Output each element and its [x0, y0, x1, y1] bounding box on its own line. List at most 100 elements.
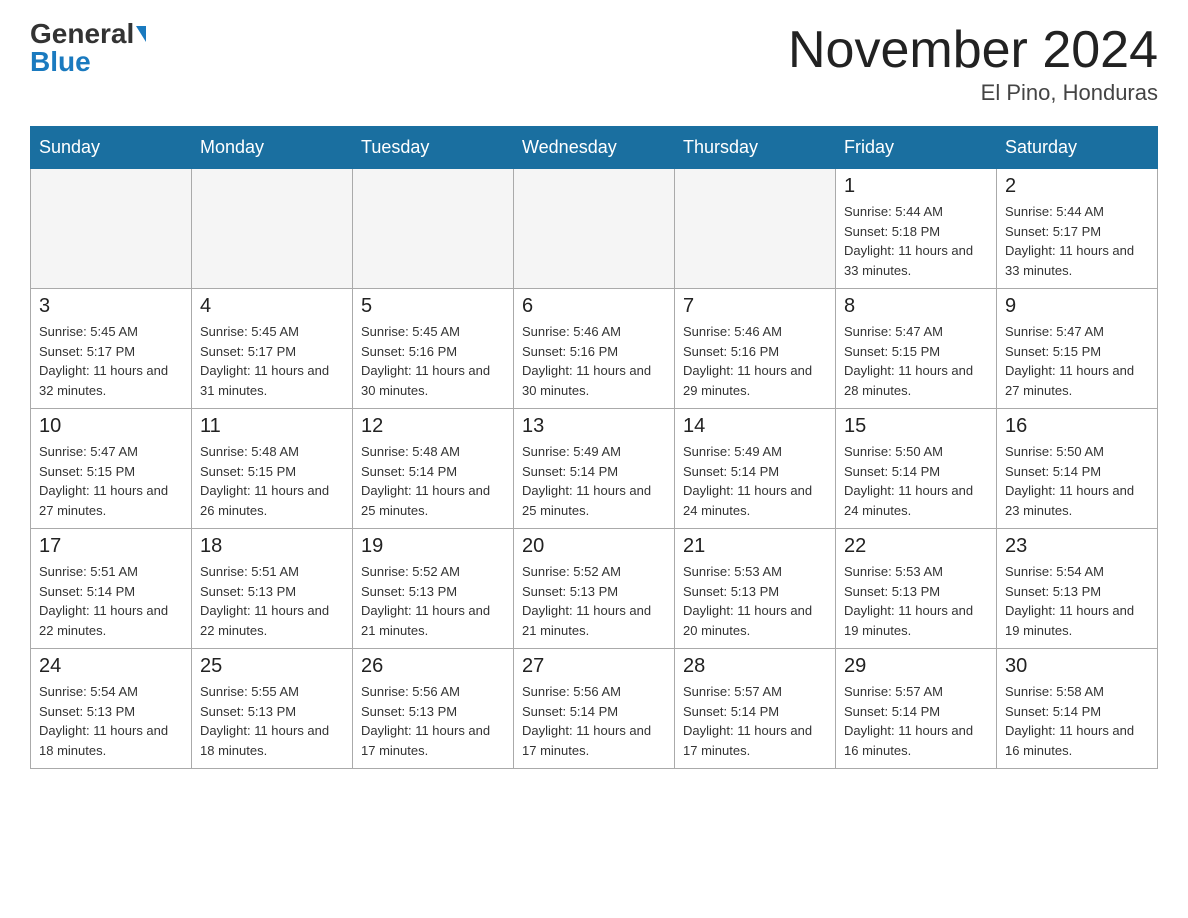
logo: General Blue [30, 20, 146, 76]
day-number: 25 [200, 655, 344, 678]
day-info: Sunrise: 5:45 AMSunset: 5:17 PMDaylight:… [200, 322, 344, 400]
logo-general-text: General [30, 20, 134, 48]
day-info: Sunrise: 5:52 AMSunset: 5:13 PMDaylight:… [522, 562, 666, 640]
calendar-day-cell: 19 Sunrise: 5:52 AMSunset: 5:13 PMDayligh… [353, 529, 514, 649]
day-number: 19 [361, 535, 505, 558]
calendar-day-cell: 2 Sunrise: 5:44 AMSunset: 5:17 PMDaylight… [997, 169, 1158, 289]
day-number: 20 [522, 535, 666, 558]
calendar-day-header: Sunday [31, 127, 192, 169]
day-number: 28 [683, 655, 827, 678]
day-info: Sunrise: 5:44 AMSunset: 5:18 PMDaylight:… [844, 202, 988, 280]
day-info: Sunrise: 5:47 AMSunset: 5:15 PMDaylight:… [844, 322, 988, 400]
day-number: 24 [39, 655, 183, 678]
title-area: November 2024 El Pino, Honduras [788, 20, 1158, 106]
calendar-day-cell [353, 169, 514, 289]
calendar-day-cell: 1 Sunrise: 5:44 AMSunset: 5:18 PMDaylight… [836, 169, 997, 289]
day-number: 29 [844, 655, 988, 678]
logo-triangle-icon [136, 26, 146, 42]
day-info: Sunrise: 5:52 AMSunset: 5:13 PMDaylight:… [361, 562, 505, 640]
day-info: Sunrise: 5:44 AMSunset: 5:17 PMDaylight:… [1005, 202, 1149, 280]
calendar-day-cell: 27Sunrise: 5:56 AMSunset: 5:14 PMDayligh… [514, 649, 675, 769]
day-number: 15 [844, 415, 988, 438]
logo-blue-text: Blue [30, 48, 91, 76]
day-number: 18 [200, 535, 344, 558]
day-info: Sunrise: 5:45 AMSunset: 5:17 PMDaylight:… [39, 322, 183, 400]
day-info: Sunrise: 5:56 AMSunset: 5:14 PMDaylight:… [522, 682, 666, 760]
day-number: 1 [844, 175, 988, 198]
calendar-day-header: Friday [836, 127, 997, 169]
day-info: Sunrise: 5:57 AMSunset: 5:14 PMDaylight:… [844, 682, 988, 760]
day-number: 16 [1005, 415, 1149, 438]
day-info: Sunrise: 5:54 AMSunset: 5:13 PMDaylight:… [39, 682, 183, 760]
day-info: Sunrise: 5:48 AMSunset: 5:15 PMDaylight:… [200, 442, 344, 520]
day-info: Sunrise: 5:49 AMSunset: 5:14 PMDaylight:… [683, 442, 827, 520]
calendar-day-cell: 13 Sunrise: 5:49 AMSunset: 5:14 PMDayligh… [514, 409, 675, 529]
day-info: Sunrise: 5:48 AMSunset: 5:14 PMDaylight:… [361, 442, 505, 520]
calendar-day-cell: 23Sunrise: 5:54 AMSunset: 5:13 PMDayligh… [997, 529, 1158, 649]
day-info: Sunrise: 5:50 AMSunset: 5:14 PMDaylight:… [844, 442, 988, 520]
day-number: 3 [39, 295, 183, 318]
day-number: 14 [683, 415, 827, 438]
day-number: 7 [683, 295, 827, 318]
calendar-day-header: Saturday [997, 127, 1158, 169]
calendar-day-cell: 30 Sunrise: 5:58 AMSunset: 5:14 PMDayligh… [997, 649, 1158, 769]
day-number: 12 [361, 415, 505, 438]
calendar-week-row: 1 Sunrise: 5:44 AMSunset: 5:18 PMDaylight… [31, 169, 1158, 289]
calendar-day-cell: 12 Sunrise: 5:48 AMSunset: 5:14 PMDayligh… [353, 409, 514, 529]
calendar-day-cell: 22 Sunrise: 5:53 AMSunset: 5:13 PMDayligh… [836, 529, 997, 649]
calendar-week-row: 24 Sunrise: 5:54 AMSunset: 5:13 PMDayligh… [31, 649, 1158, 769]
day-number: 26 [361, 655, 505, 678]
calendar-table: SundayMondayTuesdayWednesdayThursdayFrid… [30, 126, 1158, 769]
calendar-day-cell: 14 Sunrise: 5:49 AMSunset: 5:14 PMDayligh… [675, 409, 836, 529]
calendar-day-cell: 10 Sunrise: 5:47 AMSunset: 5:15 PMDayligh… [31, 409, 192, 529]
day-info: Sunrise: 5:47 AMSunset: 5:15 PMDaylight:… [39, 442, 183, 520]
calendar-week-row: 3 Sunrise: 5:45 AMSunset: 5:17 PMDaylight… [31, 289, 1158, 409]
day-number: 30 [1005, 655, 1149, 678]
month-title: November 2024 [788, 20, 1158, 80]
calendar-day-cell: 17Sunrise: 5:51 AMSunset: 5:14 PMDayligh… [31, 529, 192, 649]
calendar-day-cell [514, 169, 675, 289]
calendar-day-cell: 16 Sunrise: 5:50 AMSunset: 5:14 PMDayligh… [997, 409, 1158, 529]
calendar-day-cell: 20 Sunrise: 5:52 AMSunset: 5:13 PMDayligh… [514, 529, 675, 649]
day-info: Sunrise: 5:51 AMSunset: 5:13 PMDaylight:… [200, 562, 344, 640]
day-info: Sunrise: 5:54 AMSunset: 5:13 PMDaylight:… [1005, 562, 1149, 640]
day-number: 17 [39, 535, 183, 558]
day-info: Sunrise: 5:58 AMSunset: 5:14 PMDaylight:… [1005, 682, 1149, 760]
day-number: 10 [39, 415, 183, 438]
calendar-day-cell: 29 Sunrise: 5:57 AMSunset: 5:14 PMDayligh… [836, 649, 997, 769]
calendar-day-cell: 7 Sunrise: 5:46 AMSunset: 5:16 PMDaylight… [675, 289, 836, 409]
calendar-day-header: Monday [192, 127, 353, 169]
day-info: Sunrise: 5:56 AMSunset: 5:13 PMDaylight:… [361, 682, 505, 760]
calendar-day-header: Wednesday [514, 127, 675, 169]
day-number: 11 [200, 415, 344, 438]
calendar-day-cell: 18 Sunrise: 5:51 AMSunset: 5:13 PMDayligh… [192, 529, 353, 649]
calendar-day-header: Tuesday [353, 127, 514, 169]
calendar-day-cell: 4Sunrise: 5:45 AMSunset: 5:17 PMDaylight… [192, 289, 353, 409]
calendar-day-cell: 5 Sunrise: 5:45 AMSunset: 5:16 PMDaylight… [353, 289, 514, 409]
calendar-week-row: 17Sunrise: 5:51 AMSunset: 5:14 PMDayligh… [31, 529, 1158, 649]
calendar-day-cell: 25 Sunrise: 5:55 AMSunset: 5:13 PMDayligh… [192, 649, 353, 769]
calendar-day-cell: 26 Sunrise: 5:56 AMSunset: 5:13 PMDayligh… [353, 649, 514, 769]
day-number: 8 [844, 295, 988, 318]
calendar-day-cell: 24 Sunrise: 5:54 AMSunset: 5:13 PMDayligh… [31, 649, 192, 769]
day-info: Sunrise: 5:49 AMSunset: 5:14 PMDaylight:… [522, 442, 666, 520]
calendar-day-cell: 28Sunrise: 5:57 AMSunset: 5:14 PMDayligh… [675, 649, 836, 769]
day-info: Sunrise: 5:45 AMSunset: 5:16 PMDaylight:… [361, 322, 505, 400]
calendar-week-row: 10 Sunrise: 5:47 AMSunset: 5:15 PMDayligh… [31, 409, 1158, 529]
location: El Pino, Honduras [788, 80, 1158, 106]
day-info: Sunrise: 5:55 AMSunset: 5:13 PMDaylight:… [200, 682, 344, 760]
day-number: 13 [522, 415, 666, 438]
calendar-day-cell [675, 169, 836, 289]
day-info: Sunrise: 5:46 AMSunset: 5:16 PMDaylight:… [683, 322, 827, 400]
day-number: 22 [844, 535, 988, 558]
day-number: 5 [361, 295, 505, 318]
day-number: 2 [1005, 175, 1149, 198]
page-header: General Blue November 2024 El Pino, Hond… [30, 20, 1158, 106]
day-info: Sunrise: 5:46 AMSunset: 5:16 PMDaylight:… [522, 322, 666, 400]
day-info: Sunrise: 5:50 AMSunset: 5:14 PMDaylight:… [1005, 442, 1149, 520]
day-info: Sunrise: 5:53 AMSunset: 5:13 PMDaylight:… [844, 562, 988, 640]
day-number: 6 [522, 295, 666, 318]
calendar-day-cell: 21Sunrise: 5:53 AMSunset: 5:13 PMDayligh… [675, 529, 836, 649]
calendar-day-cell: 6 Sunrise: 5:46 AMSunset: 5:16 PMDaylight… [514, 289, 675, 409]
calendar-day-cell: 15 Sunrise: 5:50 AMSunset: 5:14 PMDayligh… [836, 409, 997, 529]
